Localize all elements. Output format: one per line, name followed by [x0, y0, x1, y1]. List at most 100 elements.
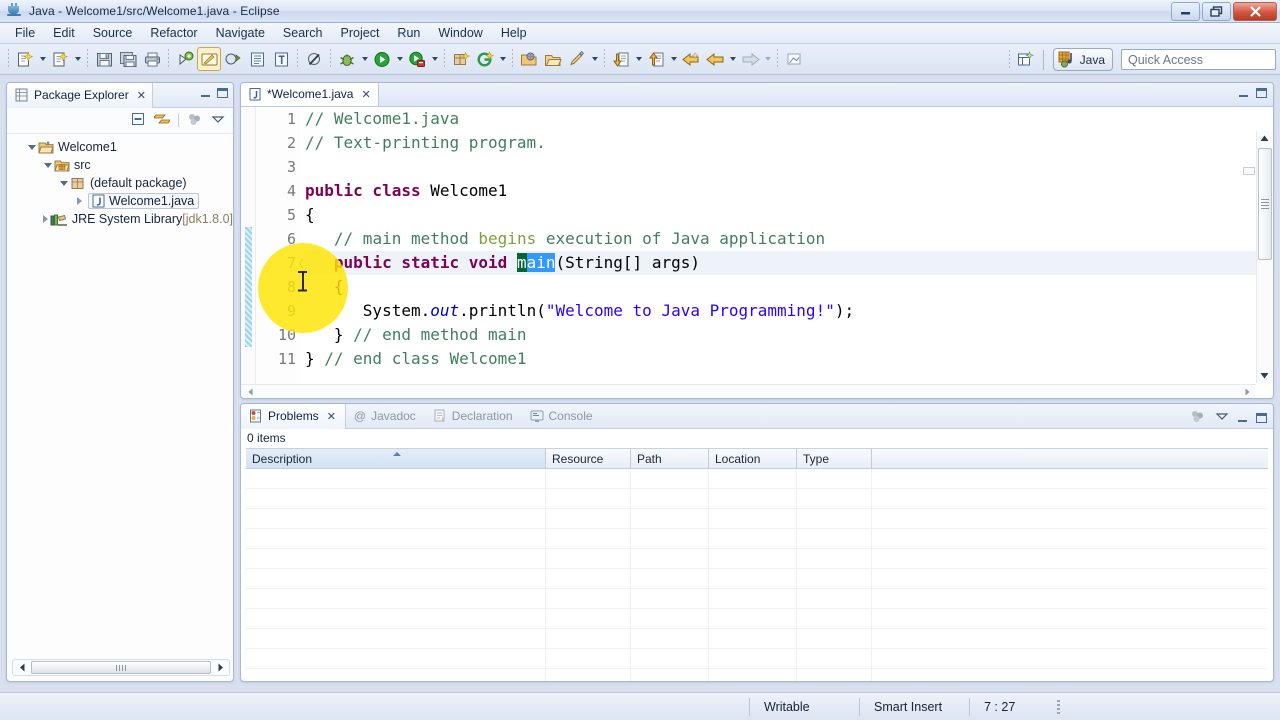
back-history-icon[interactable]	[679, 47, 703, 71]
debug-dropdown-icon[interactable]	[359, 47, 370, 71]
resize-grip[interactable]	[1057, 699, 1060, 714]
menu-edit[interactable]: Edit	[44, 24, 84, 42]
tab-console[interactable]: Console	[522, 404, 602, 429]
column-header-description[interactable]: Description	[246, 449, 546, 468]
editor-horizontal-scrollbar[interactable]	[241, 384, 1256, 398]
scroll-up-icon[interactable]	[1257, 131, 1272, 146]
editor-overview-ruler-marker[interactable]	[1243, 167, 1255, 175]
collapse-all-icon[interactable]	[131, 112, 146, 129]
show-whitespace-icon[interactable]	[269, 47, 293, 71]
code-line-6[interactable]: // main method begins execution of Java …	[303, 227, 1256, 251]
toggle-mark-occurrences-icon[interactable]	[197, 47, 221, 71]
open-resource-icon[interactable]	[541, 47, 565, 71]
save-icon[interactable]	[92, 47, 116, 71]
menu-navigate[interactable]: Navigate	[207, 24, 274, 42]
table-row[interactable]	[246, 569, 1268, 589]
tree-selected-wrapper[interactable]: Welcome1.java	[88, 193, 200, 209]
previous-annotation-icon[interactable]	[644, 47, 668, 71]
view-menu-chevron-icon[interactable]	[1215, 410, 1229, 425]
sidebar-item-welcome1-java[interactable]: Welcome1.java	[7, 192, 233, 210]
skip-breakpoints-icon[interactable]	[302, 47, 326, 71]
code-line-11[interactable]: } // end class Welcome1	[303, 347, 1256, 371]
expand-twisty-icon[interactable]	[57, 180, 70, 186]
restore-icon[interactable]	[1202, 2, 1231, 21]
code-line-1[interactable]: // Welcome1.java	[303, 107, 1256, 131]
close-tab-icon[interactable]: ✕	[327, 410, 336, 423]
tab-welcome1-java[interactable]: *Welcome1.java ✕	[241, 83, 379, 106]
run-icon[interactable]	[370, 47, 394, 71]
menu-help[interactable]: Help	[492, 24, 536, 42]
package-explorer-hscrollbar[interactable]	[12, 659, 230, 676]
table-row[interactable]	[246, 609, 1268, 629]
column-header-path[interactable]: Path	[631, 449, 709, 468]
sidebar-item-jre-system-library[interactable]: JRE System Library [jdk1.8.0]	[7, 210, 233, 228]
debug-icon[interactable]	[335, 47, 359, 71]
run-external-tools-dropdown-icon[interactable]	[429, 47, 440, 71]
sidebar-item-welcome1-project[interactable]: Welcome1	[7, 138, 233, 156]
previous-annotation-dropdown-icon[interactable]	[668, 47, 679, 71]
maximize-view-icon[interactable]	[1256, 412, 1267, 423]
sidebar-item-src-folder[interactable]: src	[7, 156, 233, 174]
open-task-icon[interactable]	[245, 47, 269, 71]
print-icon[interactable]	[140, 47, 164, 71]
code-line-5[interactable]: {	[303, 203, 1256, 227]
scroll-right-icon[interactable]	[213, 663, 227, 672]
open-folder-icon[interactable]	[517, 47, 541, 71]
run-dropdown-icon[interactable]	[394, 47, 405, 71]
tab-javadoc[interactable]: @ Javadoc	[346, 404, 425, 429]
vscroll-thumb[interactable]	[1257, 148, 1272, 260]
code-line-9[interactable]: System.out.println("Welcome to Java Prog…	[303, 299, 1256, 323]
collapse-twisty-icon[interactable]	[41, 215, 50, 223]
table-row[interactable]	[246, 489, 1268, 509]
open-type-icon[interactable]	[221, 47, 245, 71]
minimize-view-icon[interactable]	[201, 89, 210, 97]
new-java-class-dropdown-icon[interactable]	[72, 47, 83, 71]
pin-editor-icon[interactable]	[782, 47, 806, 71]
new-java-project-icon[interactable]	[473, 47, 497, 71]
view-menu-chevron-icon[interactable]	[211, 113, 225, 128]
link-with-editor-icon[interactable]	[152, 112, 172, 129]
sidebar-item-default-package[interactable]: (default package)	[7, 174, 233, 192]
table-row[interactable]	[246, 469, 1268, 489]
code-line-10[interactable]: } // end method main	[303, 323, 1256, 347]
scroll-left-icon[interactable]	[243, 388, 257, 396]
scroll-right-icon[interactable]	[1240, 388, 1254, 396]
back-history-dropdown-icon[interactable]	[727, 47, 738, 71]
menu-file[interactable]: File	[6, 24, 44, 42]
pencil-edit-dropdown-icon[interactable]	[589, 47, 600, 71]
menu-run[interactable]: Run	[388, 24, 429, 42]
menu-source[interactable]: Source	[84, 24, 142, 42]
table-row[interactable]	[246, 669, 1268, 681]
code-line-4[interactable]: public class Welcome1	[303, 179, 1256, 203]
expand-twisty-icon[interactable]	[25, 144, 38, 150]
tab-problems[interactable]: Problems ✕	[241, 404, 346, 429]
editor-annotation-gutter[interactable]	[241, 107, 256, 384]
collapse-twisty-icon[interactable]	[73, 197, 86, 205]
code-line-8[interactable]: {	[303, 275, 1256, 299]
close-tab-icon[interactable]: ✕	[361, 88, 370, 101]
new-java-project-dropdown-icon[interactable]	[497, 47, 508, 71]
pencil-edit-icon[interactable]	[565, 47, 589, 71]
menu-search[interactable]: Search	[274, 24, 332, 42]
close-tab-icon[interactable]: ✕	[137, 89, 146, 102]
code-line-3[interactable]	[303, 155, 1256, 179]
table-row[interactable]	[246, 529, 1268, 549]
new-java-class-icon[interactable]	[48, 47, 72, 71]
scroll-down-icon[interactable]	[1257, 368, 1272, 383]
editor-vertical-scrollbar[interactable]	[1256, 131, 1272, 383]
perspective-java-button[interactable]: Java	[1052, 48, 1113, 71]
open-perspective-icon[interactable]	[1014, 48, 1038, 72]
menu-refactor[interactable]: Refactor	[141, 24, 206, 42]
tab-declaration[interactable]: Declaration	[425, 404, 522, 429]
back-history-icon-2[interactable]	[703, 47, 727, 71]
tab-package-explorer[interactable]: Package Explorer ✕	[7, 83, 153, 108]
view-menu-dots-icon[interactable]	[1190, 409, 1206, 426]
new-wizard-dropdown-icon[interactable]	[37, 47, 48, 71]
minimize-view-icon[interactable]	[1239, 89, 1248, 97]
new-package-icon[interactable]	[449, 47, 473, 71]
expand-twisty-icon[interactable]	[41, 162, 54, 168]
hscroll-thumb[interactable]	[31, 661, 211, 674]
menu-project[interactable]: Project	[332, 24, 389, 42]
run-external-tools-icon[interactable]	[405, 47, 429, 71]
column-header-location[interactable]: Location	[709, 449, 797, 468]
